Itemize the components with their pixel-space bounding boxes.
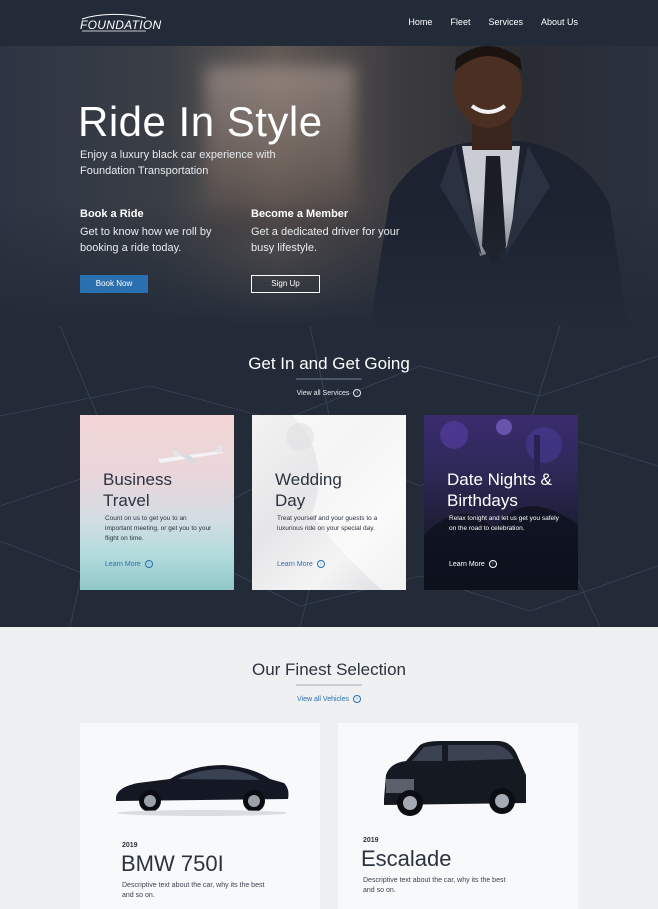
hero-subtitle: Enjoy a luxury black car experience with… xyxy=(80,149,276,177)
arrow-circle-icon: › xyxy=(353,389,362,397)
vehicle-description: Descriptive text about the car, why its … xyxy=(122,882,265,899)
vehicles-title: Our Finest Selection xyxy=(251,660,406,679)
book-ride-heading: Book a Ride xyxy=(80,208,144,220)
view-all-vehicles-link[interactable]: View all Vehicles › xyxy=(0,695,658,703)
learn-more-label: Learn More xyxy=(105,560,141,568)
learn-more-link[interactable]: Learn More › xyxy=(277,560,325,568)
vehicle-name: Escalade xyxy=(361,846,452,871)
services-title-underline xyxy=(296,378,362,380)
nav-about-us[interactable]: About Us xyxy=(541,17,578,27)
member-heading: Become a Member xyxy=(251,208,349,220)
learn-more-label: Learn More xyxy=(277,560,313,568)
vehicle-year: 2019 xyxy=(122,842,138,849)
book-now-button[interactable]: Book Now xyxy=(80,275,148,293)
arrow-circle-icon: › xyxy=(316,560,325,568)
member-text: Get a dedicated driver for your busy lif… xyxy=(251,226,400,254)
vehicles-section: Our Finest Selection View all Vehicles › … xyxy=(0,627,658,909)
hero-title: Ride In Style xyxy=(78,98,323,145)
escalade-suv-image xyxy=(384,741,526,816)
view-all-vehicles-label: View all Vehicles xyxy=(296,695,349,703)
view-all-services-label: View all Services xyxy=(296,389,350,397)
vehicle-card-escalade[interactable]: 2019 Escalade Descriptive text about the… xyxy=(338,723,578,909)
vehicle-year: 2019 xyxy=(363,837,379,844)
nav-services[interactable]: Services xyxy=(488,17,523,27)
service-card-wedding-day[interactable]: Wedding Day Treat yourself and your gues… xyxy=(252,415,406,590)
learn-more-label: Learn More xyxy=(449,560,485,568)
card-description: Relax tonight and let us get you safely … xyxy=(449,515,559,532)
brand-logo[interactable]: FOUNDATION xyxy=(80,13,161,33)
nav-home[interactable]: Home xyxy=(408,17,432,27)
member-column: Become a Member Get a dedicated driver f… xyxy=(251,208,421,256)
main-nav: Home Fleet Services About Us xyxy=(408,17,578,27)
nav-fleet[interactable]: Fleet xyxy=(450,17,470,27)
site-header: FOUNDATION Home Fleet Services About Us xyxy=(0,0,658,46)
vehicles-title-underline xyxy=(296,684,362,686)
learn-more-link[interactable]: Learn More › xyxy=(105,560,153,568)
vehicle-description: Descriptive text about the car, why its … xyxy=(363,877,506,894)
service-card-business-travel[interactable]: Business Travel Count on us to get you t… xyxy=(80,415,234,590)
card-title: Business Travel xyxy=(103,470,172,510)
vehicle-card-bmw[interactable]: 2019 BMW 750I Descriptive text about the… xyxy=(80,723,320,909)
arrow-circle-icon: › xyxy=(488,560,497,568)
arrow-circle-icon: › xyxy=(144,560,153,568)
card-description: Treat yourself and your guests to a luxu… xyxy=(277,515,378,532)
card-description: Count on us to get you to an important m… xyxy=(105,515,212,542)
card-title: Wedding Day xyxy=(275,470,342,510)
vehicle-name: BMW 750I xyxy=(121,851,224,876)
view-all-services-link[interactable]: View all Services › xyxy=(0,389,658,397)
learn-more-link[interactable]: Learn More › xyxy=(449,560,497,568)
book-ride-text: Get to know how we roll by booking a rid… xyxy=(80,226,212,254)
services-section: Get In and Get Going View all Services › … xyxy=(0,326,658,627)
arrow-circle-icon: › xyxy=(353,695,361,703)
book-ride-column: Book a Ride Get to know how we roll by b… xyxy=(80,208,250,256)
card-title: Date Nights & Birthdays xyxy=(447,470,552,510)
sign-up-button[interactable]: Sign Up xyxy=(251,275,320,293)
logo-text: FOUNDATION xyxy=(80,18,162,32)
service-card-date-nights[interactable]: Date Nights & Birthdays Relax tonight an… xyxy=(424,415,578,590)
services-title: Get In and Get Going xyxy=(248,354,410,373)
bmw-sedan-image xyxy=(116,765,289,816)
